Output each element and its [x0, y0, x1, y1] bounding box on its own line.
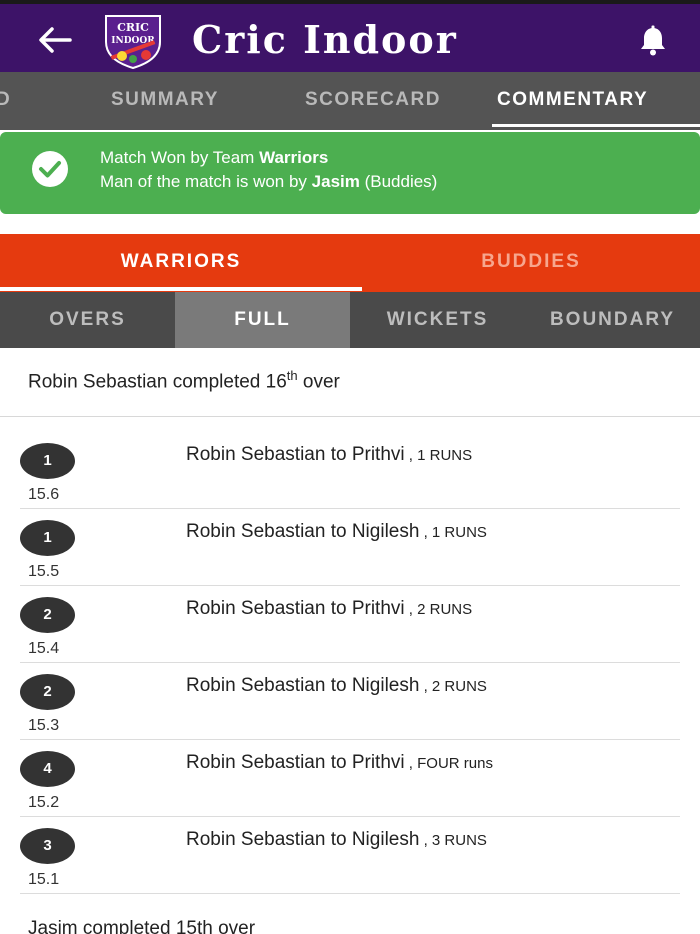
ball-over-number: 15.5: [28, 563, 60, 580]
check-circle-icon: [32, 151, 68, 187]
ball-delivery: Robin Sebastian to Nigilesh: [186, 675, 420, 696]
tab-previous-partial[interactable]: D: [0, 72, 11, 130]
tab-scorecard[interactable]: SCORECARD: [305, 72, 441, 130]
tab-commentary[interactable]: COMMENTARY: [497, 72, 648, 130]
row-divider: [20, 893, 680, 894]
over-summary-end: over: [297, 371, 340, 393]
ball-result: , 1 RUNS: [404, 447, 473, 464]
commentary-row: 2 15.4 Robin Sebastian to Prithvi , 2 RU…: [0, 586, 700, 663]
next-over-summary-partial: Jasim completed 15th over: [28, 918, 256, 934]
ball-description: Robin Sebastian to Nigilesh , 3 RUNS: [186, 829, 487, 851]
filter-overs[interactable]: OVERS: [0, 292, 175, 348]
active-team-indicator: [0, 287, 362, 291]
tab-summary[interactable]: SUMMARY: [111, 72, 219, 130]
runs-badge: 1: [20, 520, 75, 556]
filter-boundary[interactable]: BOUNDARY: [525, 292, 700, 348]
mom-player: Jasim: [311, 172, 360, 191]
winner-team: Warriors: [259, 148, 329, 167]
team-tab-warriors[interactable]: WARRIORS: [6, 234, 356, 290]
over-summary-suffix: th: [286, 368, 298, 383]
ball-delivery: Robin Sebastian to Prithvi: [186, 752, 405, 773]
ball-over-number: 15.3: [28, 717, 60, 734]
commentary-filters: OVERS FULL WICKETS BOUNDARY: [0, 292, 700, 348]
ball-description: Robin Sebastian to Prithvi , 1 RUNS: [186, 444, 472, 466]
runs-badge: 3: [20, 828, 75, 864]
commentary-row: 3 15.1 Robin Sebastian to Nigilesh , 3 R…: [0, 817, 700, 894]
over-summary: Robin Sebastian completed 16th over: [28, 368, 340, 393]
result-mom-prefix: Man of the match is won by: [100, 172, 312, 191]
commentary-row: 2 15.3 Robin Sebastian to Nigilesh , 2 R…: [0, 663, 700, 740]
ball-description: Robin Sebastian to Prithvi , FOUR runs: [186, 752, 493, 774]
ball-delivery: Robin Sebastian to Nigilesh: [186, 521, 420, 542]
ball-description: Robin Sebastian to Prithvi , 2 RUNS: [186, 598, 472, 620]
ball-result: , FOUR runs: [404, 755, 493, 772]
ball-over-number: 15.4: [28, 640, 60, 657]
filter-wickets[interactable]: WICKETS: [350, 292, 525, 348]
result-mom-line: Man of the match is won by Jasim (Buddie…: [100, 172, 437, 192]
runs-badge: 2: [20, 674, 75, 710]
ball-description: Robin Sebastian to Nigilesh , 1 RUNS: [186, 521, 487, 543]
ball-over-number: 15.6: [28, 486, 60, 503]
ball-over-number: 15.1: [28, 871, 60, 888]
divider: [0, 416, 700, 417]
back-arrow-icon[interactable]: [34, 22, 74, 58]
result-winner-prefix: Match Won by Team: [100, 148, 260, 167]
ball-result: , 3 RUNS: [419, 832, 487, 849]
logo-text-line1: CRIC: [117, 21, 149, 34]
commentary-row: 1 15.5 Robin Sebastian to Nigilesh , 1 R…: [0, 509, 700, 586]
active-tab-indicator: [492, 124, 700, 127]
result-winner-line: Match Won by Team Warriors: [100, 148, 328, 168]
bell-icon[interactable]: [636, 24, 670, 58]
ball-description: Robin Sebastian to Nigilesh , 2 RUNS: [186, 675, 487, 697]
app-header: CRIC INDOOR Cric Indoor: [0, 0, 700, 72]
runs-badge: 2: [20, 597, 75, 633]
ball-delivery: Robin Sebastian to Nigilesh: [186, 829, 420, 850]
app-logo: CRIC INDOOR: [105, 15, 161, 70]
team-selector: WARRIORS BUDDIES: [0, 234, 700, 292]
ball-result: , 2 RUNS: [419, 678, 487, 695]
runs-badge: 4: [20, 751, 75, 787]
commentary-row: 4 15.2 Robin Sebastian to Prithvi , FOUR…: [0, 740, 700, 817]
runs-badge: 1: [20, 443, 75, 479]
filter-full[interactable]: FULL: [175, 292, 350, 348]
ball-result: , 1 RUNS: [419, 524, 487, 541]
commentary-row: 1 15.6 Robin Sebastian to Prithvi , 1 RU…: [0, 432, 700, 509]
app-title: Cric Indoor: [192, 17, 458, 62]
ball-delivery: Robin Sebastian to Prithvi: [186, 444, 405, 465]
mom-team: (Buddies): [359, 172, 438, 191]
ball-delivery: Robin Sebastian to Prithvi: [186, 598, 405, 619]
match-tabs: D SUMMARY SCORECARD COMMENTARY: [0, 72, 700, 130]
ball-result: , 2 RUNS: [404, 601, 473, 618]
over-summary-prefix: Robin Sebastian completed 16: [28, 371, 287, 393]
ball-over-number: 15.2: [28, 794, 60, 811]
team-tab-buddies[interactable]: BUDDIES: [356, 234, 700, 290]
match-result-banner: Match Won by Team Warriors Man of the ma…: [0, 132, 700, 214]
